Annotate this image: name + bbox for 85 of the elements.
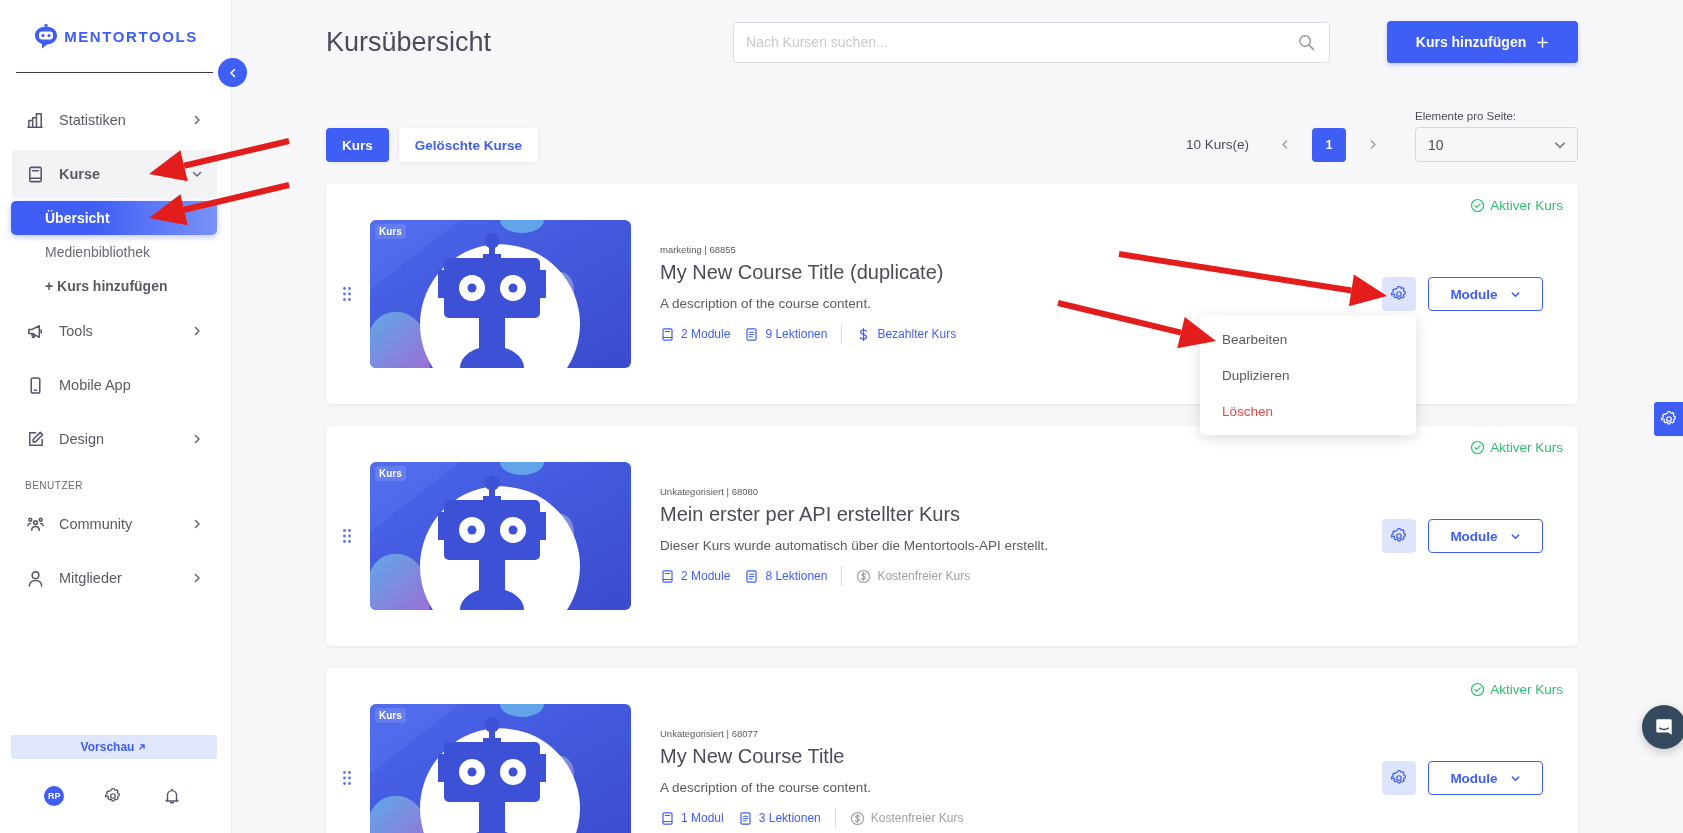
person-icon bbox=[26, 568, 45, 588]
external-link-icon bbox=[137, 742, 148, 752]
price-label: Kostenfreier Kurs bbox=[856, 568, 971, 584]
book-icon bbox=[26, 164, 45, 184]
modules-count: 1 Modul bbox=[660, 810, 724, 826]
sidebar-item[interactable]: Community bbox=[12, 500, 217, 548]
page-button[interactable]: 1 bbox=[1312, 128, 1346, 162]
gear-icon bbox=[1390, 769, 1408, 787]
course-badge: Kurs bbox=[375, 224, 406, 239]
settings-button[interactable] bbox=[1382, 761, 1416, 795]
status-label: Aktiver Kurs bbox=[1470, 198, 1563, 213]
book-icon bbox=[660, 810, 675, 826]
course-description: A description of the course content. bbox=[660, 296, 872, 311]
sidebar-item[interactable]: Tools bbox=[12, 307, 217, 355]
course-meta: marketing | 68855 bbox=[660, 244, 737, 255]
preview-button[interactable]: Vorschau bbox=[11, 735, 217, 759]
settings-button[interactable] bbox=[1382, 277, 1416, 311]
gear-icon bbox=[1390, 285, 1408, 303]
add-course-button[interactable]: Kurs hinzufügen bbox=[1387, 21, 1578, 63]
bar-chart-icon bbox=[26, 110, 45, 130]
menu-item[interactable]: Duplizieren bbox=[1200, 357, 1416, 393]
modules-count: 2 Module bbox=[660, 568, 731, 584]
per-page-label: Elemente pro Seite: bbox=[1415, 110, 1517, 122]
course-badge: Kurs bbox=[375, 708, 406, 723]
settings-button[interactable] bbox=[1382, 519, 1416, 553]
price-label: Bezahlter Kurs bbox=[856, 326, 957, 342]
status-label: Aktiver Kurs bbox=[1470, 440, 1563, 455]
user-avatar[interactable]: RP bbox=[44, 786, 65, 806]
course-meta: Unkategorisiert | 68077 bbox=[660, 728, 760, 739]
settings-tab-button[interactable] bbox=[1654, 402, 1683, 436]
search-icon bbox=[1297, 32, 1316, 52]
sidebar-item[interactable]: Kurse bbox=[12, 150, 217, 198]
pen-icon bbox=[26, 429, 45, 449]
book-icon bbox=[660, 568, 675, 584]
section-heading: BENUTZER bbox=[24, 479, 84, 493]
lessons-count: 3 Lektionen bbox=[737, 810, 821, 826]
check-circle-icon bbox=[1470, 440, 1486, 455]
collapse-button[interactable] bbox=[218, 58, 247, 87]
course-meta: Unkategorisiert | 68080 bbox=[660, 486, 760, 497]
course-title: My New Course Title (duplicate) bbox=[660, 261, 945, 284]
sidebar-item[interactable]: Statistiken bbox=[12, 96, 217, 144]
menu-item[interactable]: Löschen bbox=[1200, 393, 1416, 429]
price-label: Kostenfreier Kurs bbox=[849, 810, 964, 826]
document-icon bbox=[744, 326, 760, 342]
tab[interactable]: Gelöschte Kurse bbox=[398, 128, 539, 162]
drag-handle-icon[interactable] bbox=[343, 529, 351, 543]
document-icon bbox=[737, 810, 753, 826]
modules-count: 2 Module bbox=[660, 326, 731, 342]
tab[interactable]: Kurs bbox=[326, 128, 389, 162]
plus-icon bbox=[1536, 35, 1550, 49]
settings-icon[interactable] bbox=[104, 787, 123, 805]
dollar-circle-icon bbox=[849, 810, 865, 826]
modules-dropdown-button[interactable]: Module bbox=[1428, 277, 1543, 311]
course-description: Dieser Kurs wurde automatisch über die Mentortools-API erstellt. bbox=[660, 538, 1049, 553]
gear-icon bbox=[1659, 410, 1678, 428]
book-icon bbox=[660, 326, 675, 342]
dollar-circle-icon bbox=[856, 568, 872, 584]
sidebar-subitem[interactable]: Medienbibliothek bbox=[11, 235, 217, 269]
check-circle-icon bbox=[1470, 682, 1486, 697]
course-description: A description of the course content. bbox=[660, 780, 872, 795]
drag-handle-icon[interactable] bbox=[343, 287, 351, 301]
document-icon bbox=[744, 568, 760, 584]
robot-logo-icon bbox=[33, 22, 60, 50]
drag-handle-icon[interactable] bbox=[343, 771, 351, 785]
sidebar-item[interactable]: Design bbox=[12, 415, 217, 463]
sidebar-item[interactable]: Mitglieder bbox=[12, 554, 217, 602]
lessons-count: 8 Lektionen bbox=[744, 568, 828, 584]
gear-icon bbox=[1390, 527, 1408, 545]
course-title: Mein erster per API erstellter Kurs bbox=[660, 503, 962, 526]
modules-dropdown-button[interactable]: Module bbox=[1428, 519, 1543, 553]
status-label: Aktiver Kurs bbox=[1470, 682, 1563, 697]
course-title: My New Course Title bbox=[660, 745, 846, 768]
brand-name: MENTORTOOLS bbox=[64, 27, 198, 45]
course-count: 10 Kurs(e) bbox=[1185, 136, 1249, 154]
lessons-count: 9 Lektionen bbox=[744, 326, 828, 342]
menu-item[interactable]: Bearbeiten bbox=[1200, 321, 1416, 357]
per-page-select[interactable]: 10 bbox=[1415, 127, 1578, 162]
chat-bubble-icon bbox=[1653, 716, 1675, 738]
sidebar-item[interactable]: Mobile App bbox=[12, 361, 217, 409]
sidebar-subitem[interactable]: + Kurs hinzufügen bbox=[11, 269, 217, 303]
check-circle-icon bbox=[1470, 198, 1486, 213]
modules-dropdown-button[interactable]: Module bbox=[1428, 761, 1543, 795]
course-badge: Kurs bbox=[375, 466, 406, 481]
page-title: Kursübersicht bbox=[326, 26, 493, 58]
chat-button[interactable] bbox=[1642, 705, 1683, 749]
